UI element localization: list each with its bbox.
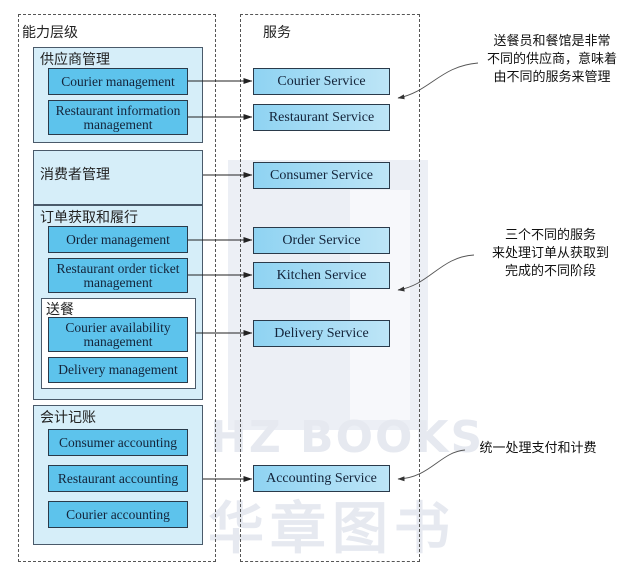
annotation-line: 由不同的服务来管理 <box>493 70 611 85</box>
annotation-line: 完成的不同阶段 <box>504 264 596 279</box>
service-kitchen[interactable]: Kitchen Service <box>253 262 390 289</box>
capability-courier-availability-management[interactable]: Courier availability management <box>48 317 188 352</box>
annotation-line: 统一处理支付和计费 <box>479 441 597 456</box>
service-order[interactable]: Order Service <box>253 227 390 254</box>
service-restaurant[interactable]: Restaurant Service <box>253 104 390 131</box>
annotation-suppliers: 送餐员和餐馆是非常 不同的供应商，意味着 由不同的服务来管理 <box>472 33 632 87</box>
capability-delivery-management[interactable]: Delivery management <box>48 357 188 383</box>
group-supplier-management-title: 供应商管理 <box>40 52 110 68</box>
capability-restaurant-accounting[interactable]: Restaurant accounting <box>48 465 188 492</box>
annotation-line: 来处理订单从获取到 <box>491 246 609 261</box>
service-accounting[interactable]: Accounting Service <box>253 465 390 492</box>
capability-consumer-accounting[interactable]: Consumer accounting <box>48 429 188 456</box>
annotation-line: 不同的供应商，意味着 <box>486 52 617 67</box>
annotation-line: 三个不同的服务 <box>504 228 596 243</box>
annotation-accounting: 统一处理支付和计费 <box>468 440 608 458</box>
capability-restaurant-information-management[interactable]: Restaurant information management <box>48 100 188 135</box>
group-consumer-management-title: 消费者管理 <box>40 167 110 183</box>
service-delivery[interactable]: Delivery Service <box>253 320 390 347</box>
group-order-fulfillment-title: 订单获取和履行 <box>40 210 138 226</box>
services-layer-title: 服务 <box>263 25 291 41</box>
service-consumer[interactable]: Consumer Service <box>253 162 390 189</box>
group-accounting-title: 会计记账 <box>40 410 96 426</box>
annotation-order-stages: 三个不同的服务 来处理订单从获取到 完成的不同阶段 <box>478 227 623 281</box>
capability-courier-management[interactable]: Courier management <box>48 68 188 95</box>
capability-restaurant-order-ticket-management[interactable]: Restaurant order ticket management <box>48 258 188 293</box>
annotation-line: 送餐员和餐馆是非常 <box>493 34 611 49</box>
service-courier[interactable]: Courier Service <box>253 68 390 95</box>
capability-courier-accounting[interactable]: Courier accounting <box>48 501 188 528</box>
capability-order-management[interactable]: Order management <box>48 226 188 253</box>
subgroup-delivery-title: 送餐 <box>46 302 74 318</box>
capability-layer-title: 能力层级 <box>22 25 78 41</box>
